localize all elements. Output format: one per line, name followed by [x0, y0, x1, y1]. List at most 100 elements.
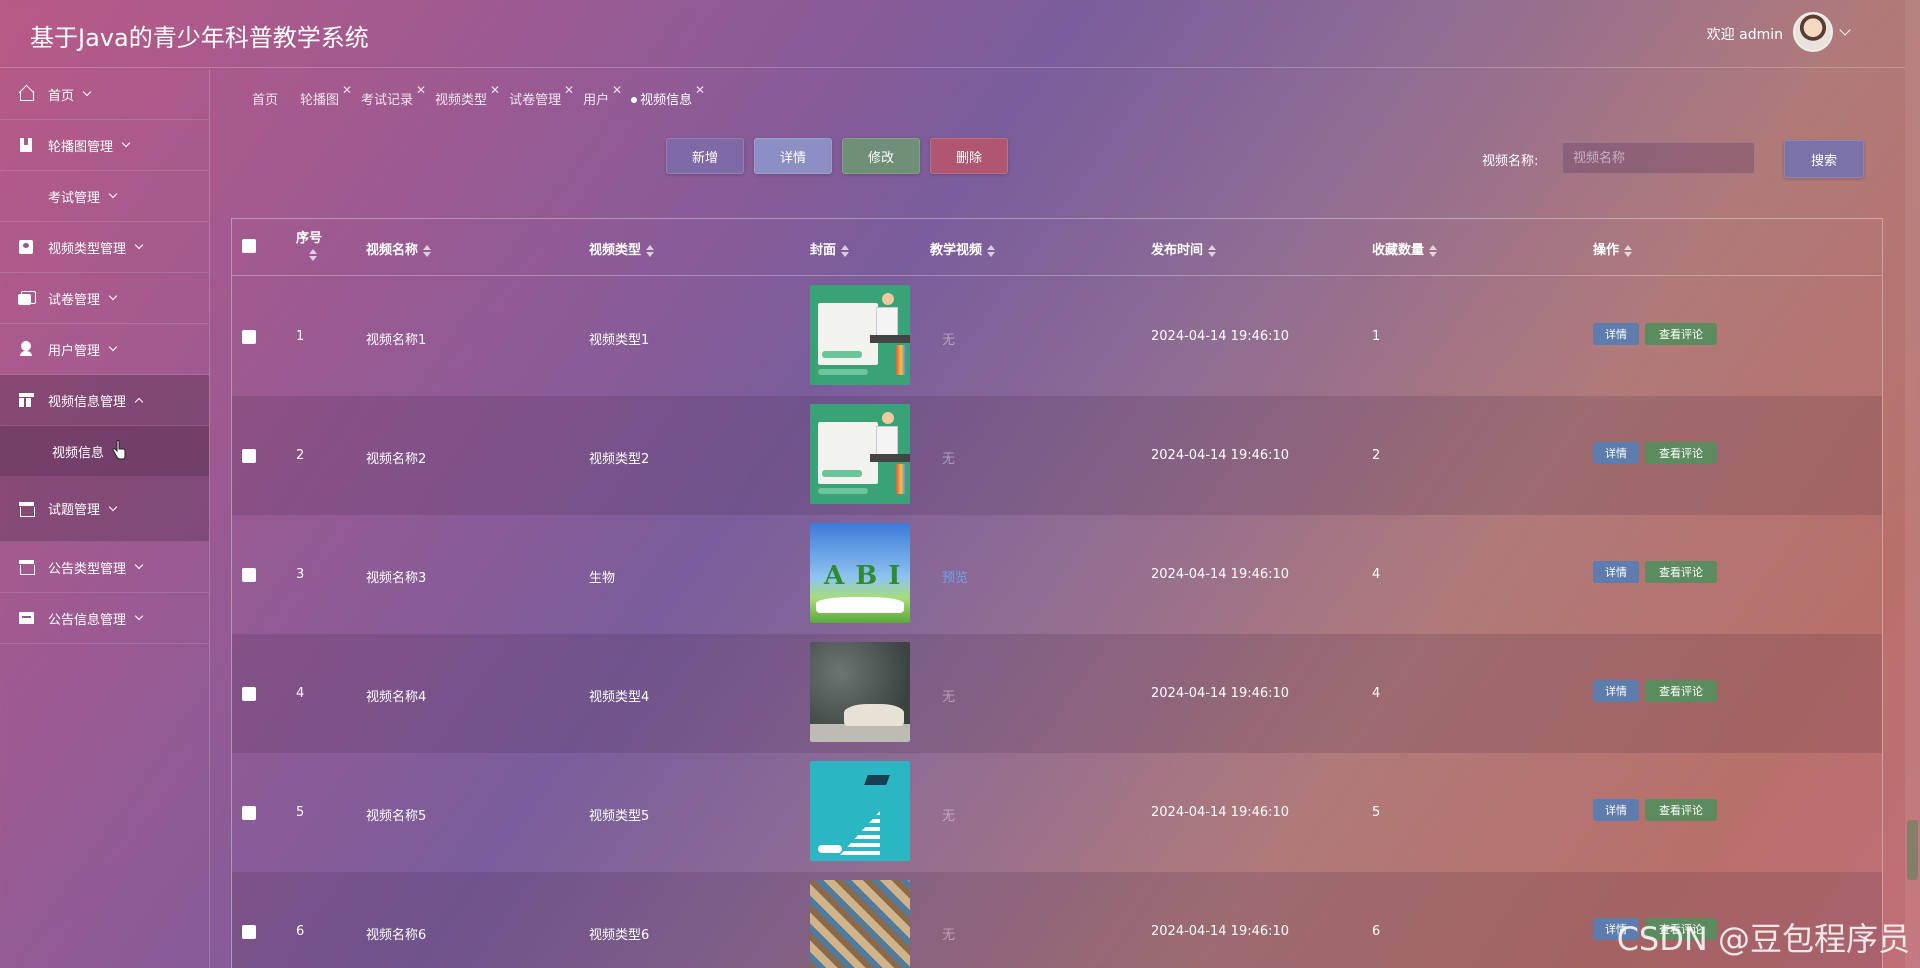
sidebar-item-paper[interactable]: 试卷管理	[0, 273, 209, 324]
column-header-type[interactable]: 视频类型	[589, 239, 655, 258]
cell-time: 2024-04-14 19:46:10	[1151, 686, 1290, 701]
cover-image[interactable]	[810, 642, 910, 742]
chevron-down-icon	[108, 291, 118, 301]
sidebar-item-users[interactable]: 用户管理	[0, 324, 209, 375]
row-detail-button[interactable]: 详情	[1593, 680, 1639, 702]
row-checkbox[interactable]	[242, 568, 256, 582]
sidebar-item-notice-info[interactable]: 公告信息管理	[0, 593, 209, 644]
close-icon[interactable]: ✕	[612, 83, 622, 97]
column-header-video[interactable]: 教学视频	[930, 239, 996, 258]
view-comments-button[interactable]: 查看评论	[1645, 799, 1717, 821]
row-checkbox[interactable]	[242, 687, 256, 701]
search-button[interactable]: 搜索	[1784, 140, 1864, 178]
view-comments-button[interactable]: 查看评论	[1645, 323, 1717, 345]
close-icon[interactable]: ✕	[695, 83, 705, 97]
close-icon[interactable]: ✕	[342, 83, 352, 97]
close-icon[interactable]: ✕	[416, 83, 426, 97]
chevron-down-icon	[121, 138, 131, 148]
row-detail-button[interactable]: 详情	[1593, 561, 1639, 583]
video-preview-link[interactable]: 预览	[942, 567, 968, 586]
tab-home[interactable]: 首页	[252, 89, 278, 108]
table-header: 序号 视频名称 视频类型 封面 教学视频 发布时间 收藏数量 操作	[232, 219, 1882, 276]
column-header-favorites[interactable]: 收藏数量	[1372, 239, 1438, 258]
tab-bar: 首页 轮播图 ✕ 考试记录 ✕ 视频类型 ✕ 试卷管理 ✕ 用户 ✕ 视频信息 ✕	[252, 83, 714, 108]
page-scrollbar[interactable]	[1905, 0, 1920, 968]
row-checkbox[interactable]	[242, 925, 256, 939]
add-button[interactable]: 新增	[666, 138, 744, 174]
select-all-checkbox[interactable]	[242, 239, 256, 253]
sidebar-item-label: 试卷管理	[48, 292, 101, 308]
cell-time: 2024-04-14 19:46:10	[1151, 924, 1290, 939]
cell-index: 3	[296, 567, 305, 582]
column-header-time[interactable]: 发布时间	[1151, 239, 1217, 258]
column-header-cover[interactable]: 封面	[810, 239, 850, 258]
sidebar-item-label: 公告信息管理	[48, 612, 127, 628]
sidebar-item-notice-type[interactable]: 公告类型管理	[0, 542, 209, 593]
row-checkbox[interactable]	[242, 806, 256, 820]
sidebar-item-label: 视频信息管理	[48, 394, 127, 410]
tab-paper[interactable]: 试卷管理 ✕	[509, 83, 574, 108]
sort-icon[interactable]	[1208, 244, 1217, 257]
avatar[interactable]	[1793, 12, 1833, 52]
row-checkbox[interactable]	[242, 330, 256, 344]
cell-name: 视频名称5	[366, 809, 427, 824]
sidebar-subitem-video-info[interactable]: 视频信息	[0, 426, 209, 476]
cover-image[interactable]	[810, 880, 910, 968]
row-detail-button[interactable]: 详情	[1593, 799, 1639, 821]
sidebar-item-exam[interactable]: 考试管理	[0, 171, 209, 222]
sort-icon[interactable]	[1624, 244, 1633, 257]
view-comments-button[interactable]: 查看评论	[1645, 442, 1717, 464]
chevron-up-icon	[134, 397, 144, 406]
detail-button[interactable]: 详情	[754, 138, 832, 174]
column-label: 序号	[296, 231, 323, 246]
sidebar-item-carousel[interactable]: 轮播图管理	[0, 120, 209, 171]
cell-index: 2	[296, 448, 305, 463]
row-checkbox[interactable]	[242, 449, 256, 463]
edit-button[interactable]: 修改	[842, 138, 920, 174]
row-detail-button[interactable]: 详情	[1593, 442, 1639, 464]
tab-label: 考试记录	[361, 92, 414, 108]
sidebar-item-label: 首页	[48, 88, 75, 104]
cover-image[interactable]	[810, 285, 910, 385]
sort-icon[interactable]	[1429, 244, 1438, 257]
delete-button[interactable]: 删除	[930, 138, 1008, 174]
close-icon[interactable]: ✕	[490, 83, 500, 97]
cell-video: 无	[942, 690, 956, 705]
sort-icon[interactable]	[987, 244, 996, 257]
sidebar-item-video-info[interactable]: 视频信息管理	[0, 375, 209, 426]
sort-icon[interactable]	[423, 244, 432, 257]
tab-exam-record[interactable]: 考试记录 ✕	[361, 83, 426, 108]
cover-image[interactable]	[810, 761, 910, 861]
cell-type: 生物	[589, 571, 616, 586]
chevron-down-icon[interactable]	[1839, 24, 1851, 36]
sidebar-item-questions[interactable]: 试题管理	[0, 476, 209, 542]
sidebar-item-video-type[interactable]: 视频类型管理	[0, 222, 209, 273]
column-header-index[interactable]: 序号	[296, 227, 322, 261]
sidebar-item-home[interactable]: 首页	[0, 69, 209, 120]
tab-label: 轮播图	[300, 92, 340, 108]
tab-label: 视频信息	[640, 92, 693, 108]
cell-name: 视频名称3	[366, 571, 427, 586]
search-input[interactable]	[1562, 142, 1755, 174]
sort-icon[interactable]	[309, 248, 317, 261]
welcome-text: 欢迎 admin	[1706, 27, 1783, 43]
sort-icon[interactable]	[841, 244, 850, 257]
cover-image[interactable]: A B I	[810, 523, 910, 623]
close-icon[interactable]: ✕	[564, 83, 574, 97]
tab-video-info[interactable]: 视频信息 ✕	[631, 83, 705, 108]
cell-time: 2024-04-14 19:46:10	[1151, 567, 1290, 582]
view-comments-button[interactable]: 查看评论	[1645, 561, 1717, 583]
column-header-name[interactable]: 视频名称	[366, 239, 432, 258]
column-header-actions[interactable]: 操作	[1593, 239, 1633, 258]
cell-index: 4	[296, 686, 305, 701]
sidebar-item-label: 试题管理	[48, 503, 101, 518]
tab-carousel[interactable]: 轮播图 ✕	[300, 83, 352, 108]
sort-icon[interactable]	[646, 244, 655, 257]
row-detail-button[interactable]: 详情	[1593, 323, 1639, 345]
tab-video-type[interactable]: 视频类型 ✕	[435, 83, 500, 108]
cover-image[interactable]	[810, 404, 910, 504]
column-label: 视频类型	[589, 243, 642, 258]
scrollbar-thumb[interactable]	[1907, 820, 1918, 880]
tab-user[interactable]: 用户 ✕	[583, 83, 622, 108]
view-comments-button[interactable]: 查看评论	[1645, 680, 1717, 702]
